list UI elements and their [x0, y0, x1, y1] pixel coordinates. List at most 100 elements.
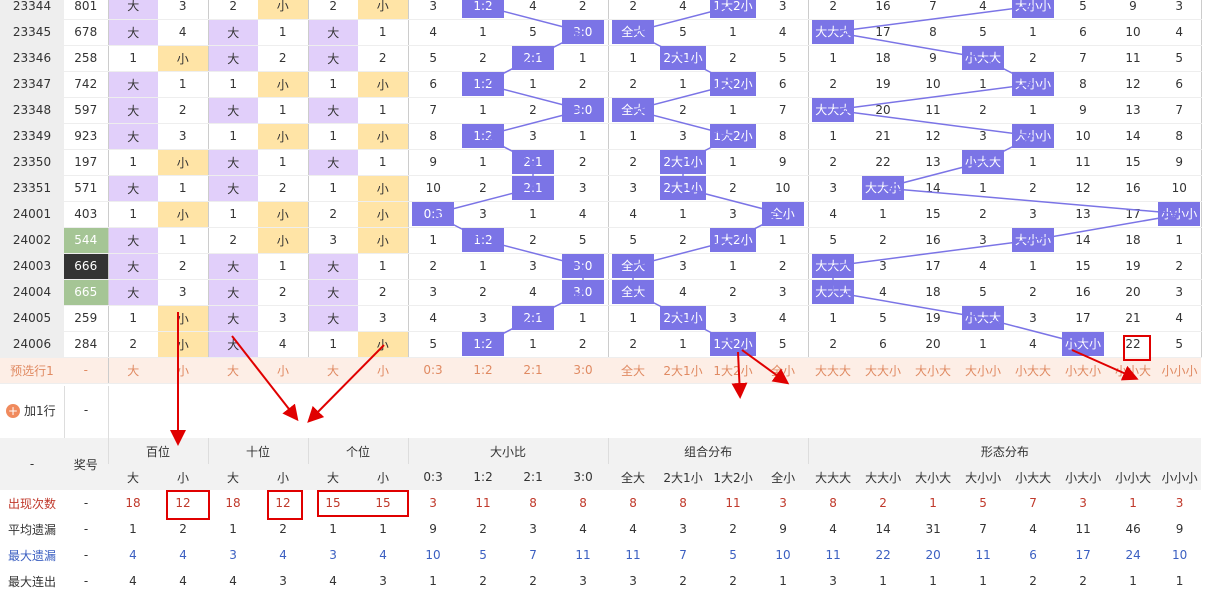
- trend-cell-text: 1: [329, 129, 338, 143]
- trend-cell: 2: [808, 71, 858, 98]
- preselect-option[interactable]: 大: [208, 357, 258, 384]
- issue-cell: 24006: [0, 331, 64, 358]
- preselect-option[interactable]: 2:1: [508, 357, 558, 384]
- preselect-option[interactable]: 1大2小: [708, 357, 758, 384]
- trend-cell: 2: [458, 45, 508, 72]
- stat-value-text: 4: [179, 574, 187, 588]
- trend-cell-text: 小: [376, 207, 389, 222]
- trend-cell: 1: [358, 97, 409, 124]
- prize-number-cell: 742: [64, 71, 109, 98]
- preselect-option[interactable]: 小: [358, 357, 408, 384]
- stat-label: 最大遗漏: [0, 542, 64, 568]
- stat-value-text: 14: [875, 522, 891, 536]
- trend-cell-text: 1: [829, 311, 838, 325]
- stat-value: 11: [1058, 516, 1108, 542]
- preselect-option[interactable]: 大: [308, 357, 358, 384]
- trend-cell: 4: [758, 19, 809, 46]
- preselect-option-text: 小小大: [1114, 363, 1151, 378]
- preselect-option[interactable]: 小: [158, 357, 208, 384]
- preselect-option[interactable]: 1:2: [458, 357, 508, 384]
- trend-cell-text: 3: [1175, 0, 1184, 13]
- trend-cell-text: 11: [1075, 155, 1091, 169]
- trend-cell: 1: [1008, 253, 1058, 280]
- issue-cell: 23347: [0, 71, 64, 98]
- trend-cell: 2: [708, 175, 758, 202]
- trend-cell-text: 18: [875, 51, 891, 65]
- issue-cell-text: 24001: [12, 207, 52, 221]
- trend-cell: 小: [258, 0, 309, 20]
- preselect-option[interactable]: 全大: [608, 357, 658, 384]
- trend-cell: 7: [408, 97, 458, 124]
- trend-cell-text: 大: [227, 25, 240, 40]
- stat-value-text: 31: [925, 522, 941, 536]
- preselect-option[interactable]: 2大1小: [658, 357, 708, 384]
- trend-cell-text: 17: [1125, 207, 1141, 221]
- table-row: 23345 678 大 4 大 1 大 1 4 1 5 3:0 全大 5 1 4 大大大 17 8 5 1 6 10 4: [0, 19, 1202, 46]
- trend-cell: 13: [1108, 97, 1158, 124]
- trend-cell-text: 2大1小: [660, 150, 706, 174]
- issue-cell: 24005: [0, 305, 64, 332]
- trend-cell-text: 大: [127, 259, 140, 274]
- header-group: 大小比: [407, 438, 609, 464]
- header-subcol-text: 大: [327, 470, 340, 485]
- issue-cell-text: 24005: [12, 311, 52, 325]
- trend-cell-text: 6: [429, 77, 438, 91]
- stat-value-text: 46: [1125, 522, 1141, 536]
- trend-cell: 4: [758, 305, 809, 332]
- trend-cell: 2大1小: [658, 175, 708, 202]
- stat-value-text: 2: [479, 522, 487, 536]
- trend-cell-text: 大小小: [1011, 124, 1054, 148]
- trend-cell: 1: [458, 149, 508, 176]
- trend-cell-text: 小: [276, 0, 289, 14]
- trend-cell-text: 1: [278, 259, 287, 273]
- header-subcol-text: 0:3: [423, 470, 443, 484]
- trend-cell: 全大: [608, 253, 658, 280]
- header-subcol: 2:1: [508, 464, 559, 490]
- preselect-option[interactable]: 小小大: [1108, 357, 1158, 384]
- trend-cell: 1: [808, 305, 858, 332]
- preselect-option[interactable]: 小大大: [1008, 357, 1058, 384]
- header-subcol: 0:3: [408, 464, 459, 490]
- trend-cell: 2: [958, 201, 1008, 228]
- trend-cell-text: 1: [479, 25, 487, 39]
- trend-cell: 1: [458, 97, 508, 124]
- preselect-option[interactable]: 小小小: [1158, 357, 1201, 384]
- preselect-option[interactable]: 大大小: [858, 357, 908, 384]
- trend-cell: 16: [1108, 175, 1158, 202]
- stat-value: 2: [658, 568, 708, 594]
- header-subcol-text: 小: [277, 470, 290, 485]
- trend-cell: 17: [1108, 201, 1158, 228]
- preselect-option[interactable]: 3:0: [558, 357, 608, 384]
- trend-cell-text: 4: [679, 285, 687, 299]
- trend-cell-text: 1: [979, 337, 987, 351]
- stat-value-text: 3: [679, 522, 687, 536]
- trend-cell-text: 2: [278, 285, 287, 299]
- preselect-option[interactable]: 小大小: [1058, 357, 1108, 384]
- preselect-option[interactable]: 大小大: [908, 357, 958, 384]
- trend-cell-text: 12: [1125, 77, 1141, 91]
- preselect-option[interactable]: 大小小: [958, 357, 1008, 384]
- prize-number-cell: 678: [64, 19, 109, 46]
- trend-cell-text: 1: [1029, 103, 1037, 117]
- add-row-button[interactable]: + 加1行: [6, 402, 56, 419]
- preselect-option[interactable]: 小: [258, 357, 308, 384]
- trend-cell: 3:0: [558, 19, 609, 46]
- trend-cell: 18: [908, 279, 958, 306]
- trend-cell: 17: [1058, 305, 1108, 332]
- trend-cell-text: 3:0: [561, 254, 604, 278]
- preselect-option[interactable]: 全小: [758, 357, 808, 384]
- stat-value: 20: [908, 542, 958, 568]
- preselect-option[interactable]: 0:3: [408, 357, 458, 384]
- preselect-option[interactable]: 大: [108, 357, 158, 384]
- trend-cell: 1: [1158, 227, 1202, 254]
- preselect-option-text: 大大大: [814, 363, 851, 378]
- trend-cell: 1: [608, 305, 658, 332]
- trend-cell-text: 3: [629, 181, 638, 195]
- trend-cell-text: 1: [1029, 25, 1037, 39]
- trend-cell: 2: [408, 253, 458, 280]
- stat-value: 22: [858, 542, 908, 568]
- trend-cell-text: 4: [529, 285, 537, 299]
- trend-cell: 4: [658, 279, 708, 306]
- stat-value-text: 5: [729, 548, 737, 562]
- preselect-option[interactable]: 大大大: [808, 357, 858, 384]
